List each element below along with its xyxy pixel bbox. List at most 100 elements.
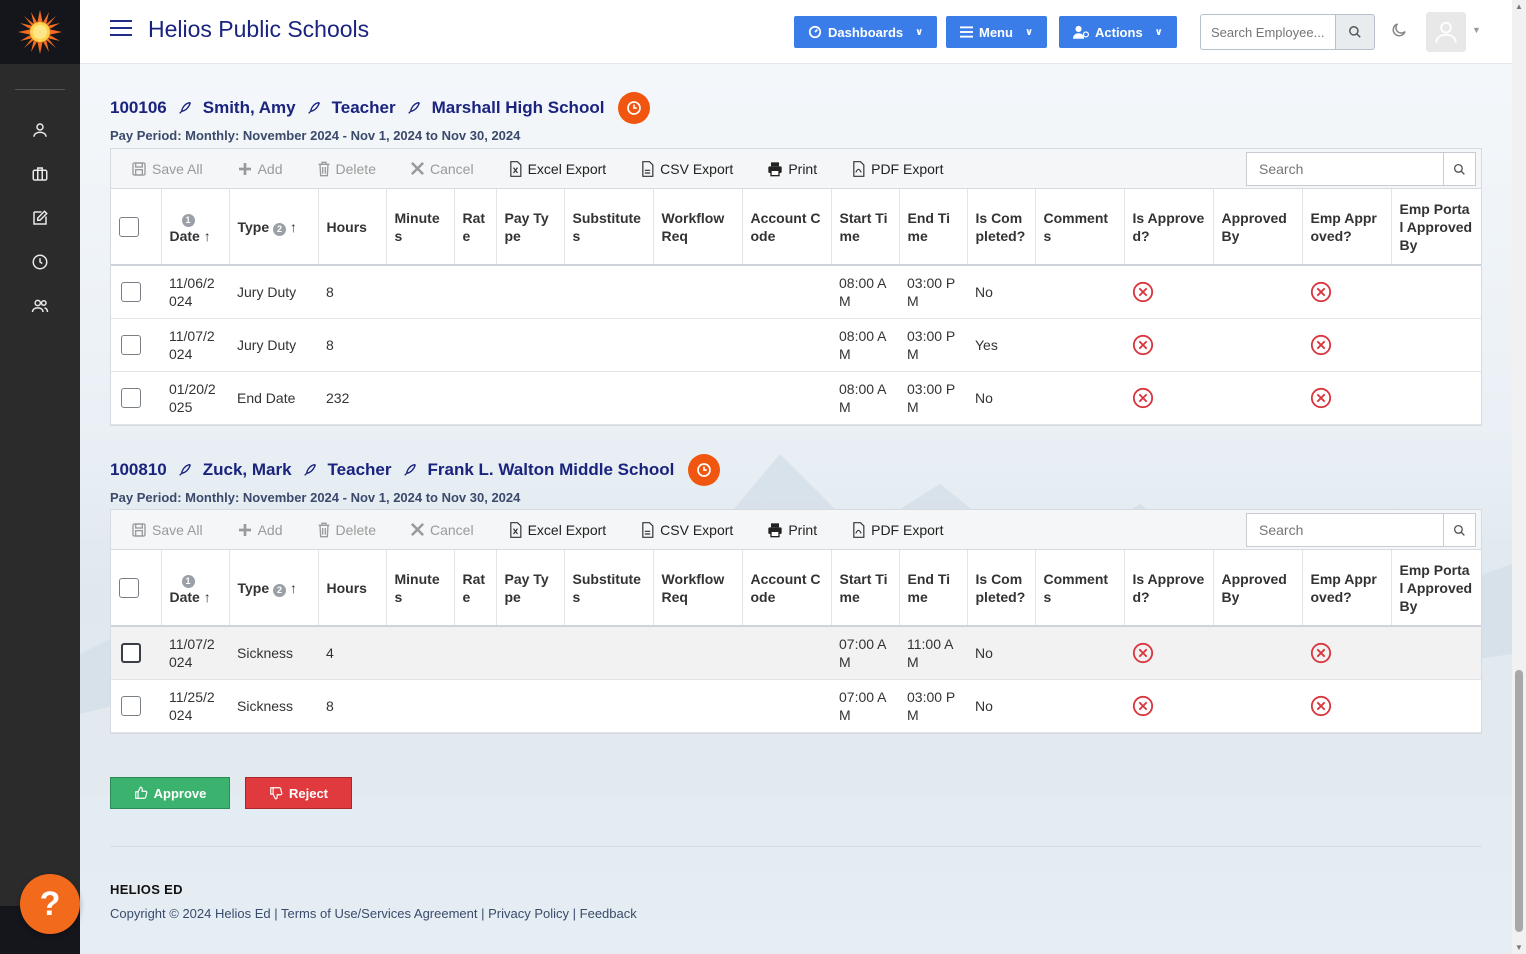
cell-rate[interactable] (454, 679, 496, 733)
cell-comments[interactable] (1035, 318, 1124, 372)
cell-substitutes[interactable] (564, 318, 653, 372)
select-all-checkbox[interactable] (119, 216, 139, 237)
cell-account-code[interactable] (742, 679, 831, 733)
row-checkbox[interactable] (121, 281, 141, 302)
row-checkbox[interactable] (121, 642, 141, 663)
cell-date[interactable]: 11/07/2024 (161, 626, 229, 680)
cell-minutes[interactable] (386, 371, 454, 425)
cell-start-time[interactable]: 08:00 AM (831, 318, 899, 372)
cell-type[interactable]: Sickness (229, 679, 318, 733)
employee-name[interactable]: Zuck, Mark (203, 460, 292, 480)
column-header-comments[interactable]: Comments (1035, 189, 1125, 266)
cell-end-time[interactable]: 03:00 PM (899, 265, 967, 319)
cell-date[interactable]: 11/25/2024 (161, 679, 229, 733)
cell-pay-type[interactable] (496, 679, 564, 733)
employee-name[interactable]: Smith, Amy (203, 98, 296, 118)
cell-hours[interactable]: 4 (318, 626, 386, 680)
menu-button[interactable]: Menu ∨ (946, 16, 1048, 48)
grid-search-input[interactable] (1247, 153, 1443, 185)
column-header-substitutes[interactable]: Substitutes (564, 550, 654, 627)
sidebar-item-edit[interactable] (0, 196, 80, 240)
column-header-minutes[interactable]: Minutes (386, 550, 455, 627)
sidebar-item-jobs[interactable] (0, 152, 80, 196)
history-button[interactable] (618, 92, 651, 124)
column-header-is-completed[interactable]: Is Completed? (967, 189, 1036, 266)
cell-hours[interactable]: 232 (318, 371, 386, 425)
scroll-down-arrow-icon[interactable]: ▼ (1515, 943, 1523, 952)
row-checkbox[interactable] (121, 695, 141, 716)
cell-account-code[interactable] (742, 265, 831, 319)
print-button[interactable]: Print (767, 161, 817, 177)
column-header-workflow-req[interactable]: Workflow Req (653, 550, 743, 627)
cell-approved-by[interactable] (1213, 679, 1302, 733)
column-header-account-code[interactable]: Account Code (742, 189, 832, 266)
cancel-button[interactable]: Cancel (410, 161, 474, 177)
cell-emp-portal-approved-by[interactable] (1391, 371, 1481, 425)
excel-export-button[interactable]: Excel Export (508, 161, 606, 177)
logo[interactable] (0, 0, 80, 64)
employee-position[interactable]: Teacher (328, 460, 392, 480)
column-header-rate[interactable]: Rate (454, 189, 497, 266)
cell-type[interactable]: Sickness (229, 626, 318, 680)
column-header-type[interactable]: Type 2 ↑ (229, 550, 319, 627)
cell-date[interactable]: 11/07/2024 (161, 318, 229, 372)
reject-button[interactable]: Reject (245, 777, 352, 809)
cell-minutes[interactable] (386, 679, 454, 733)
csv-export-button[interactable]: CSV Export (640, 161, 733, 177)
employee-search-button[interactable] (1335, 14, 1375, 50)
cell-end-time[interactable]: 03:00 PM (899, 318, 967, 372)
dark-mode-toggle[interactable] (1390, 21, 1408, 42)
cell-emp-portal-approved-by[interactable] (1391, 265, 1481, 319)
column-header-type[interactable]: Type 2 ↑ (229, 189, 319, 266)
column-header-pay-type[interactable]: Pay Type (496, 550, 565, 627)
cell-is-approved[interactable] (1124, 626, 1213, 680)
column-header-is-approved[interactable]: Is Approved? (1124, 550, 1214, 627)
column-header-emp-approved[interactable]: Emp Approved? (1302, 550, 1392, 627)
cell-approved-by[interactable] (1213, 626, 1302, 680)
scrollbar-thumb[interactable] (1515, 670, 1523, 932)
cell-start-time[interactable]: 07:00 AM (831, 679, 899, 733)
cell-is-approved[interactable] (1124, 679, 1213, 733)
column-header-approved-by[interactable]: Approved By (1213, 550, 1303, 627)
column-header-is-approved[interactable]: Is Approved? (1124, 189, 1214, 266)
avatar-chevron-down-icon[interactable]: ▼ (1472, 25, 1481, 35)
delete-button[interactable]: Delete (317, 522, 376, 538)
cell-date[interactable]: 11/06/2024 (161, 265, 229, 319)
cell-approved-by[interactable] (1213, 371, 1302, 425)
print-button[interactable]: Print (767, 522, 817, 538)
cell-is-completed[interactable]: No (967, 371, 1035, 425)
cell-hours[interactable]: 8 (318, 318, 386, 372)
cell-pay-type[interactable] (496, 265, 564, 319)
cell-pay-type[interactable] (496, 371, 564, 425)
cell-pay-type[interactable] (496, 626, 564, 680)
cell-emp-portal-approved-by[interactable] (1391, 318, 1481, 372)
save-all-button[interactable]: Save All (131, 522, 203, 538)
cell-is-completed[interactable]: No (967, 679, 1035, 733)
column-header-end-time[interactable]: End Time (899, 550, 968, 627)
cell-type[interactable]: End Date (229, 371, 318, 425)
cell-emp-approved[interactable] (1302, 679, 1391, 733)
column-header-is-completed[interactable]: Is Completed? (967, 550, 1036, 627)
cell-substitutes[interactable] (564, 626, 653, 680)
cell-comments[interactable] (1035, 679, 1124, 733)
cell-workflow-req[interactable] (653, 265, 742, 319)
cancel-button[interactable]: Cancel (410, 522, 474, 538)
column-header-workflow-req[interactable]: Workflow Req (653, 189, 743, 266)
cell-is-completed[interactable]: No (967, 265, 1035, 319)
employee-position[interactable]: Teacher (332, 98, 396, 118)
employee-school[interactable]: Frank L. Walton Middle School (428, 460, 675, 480)
cell-emp-portal-approved-by[interactable] (1391, 626, 1481, 680)
cell-is-completed[interactable]: Yes (967, 318, 1035, 372)
cell-comments[interactable] (1035, 265, 1124, 319)
cell-workflow-req[interactable] (653, 679, 742, 733)
column-header-substitutes[interactable]: Substitutes (564, 189, 654, 266)
column-header-date[interactable]: 1 Date ↑ (161, 550, 230, 627)
delete-button[interactable]: Delete (317, 161, 376, 177)
row-checkbox[interactable] (121, 387, 141, 408)
sidebar-item-time[interactable] (0, 240, 80, 284)
cell-hours[interactable]: 8 (318, 265, 386, 319)
cell-type[interactable]: Jury Duty (229, 265, 318, 319)
cell-substitutes[interactable] (564, 265, 653, 319)
table-row[interactable]: 11/06/2024 Jury Duty 8 08:00 AM 03:00 PM… (111, 265, 1481, 319)
history-button[interactable] (688, 454, 721, 486)
